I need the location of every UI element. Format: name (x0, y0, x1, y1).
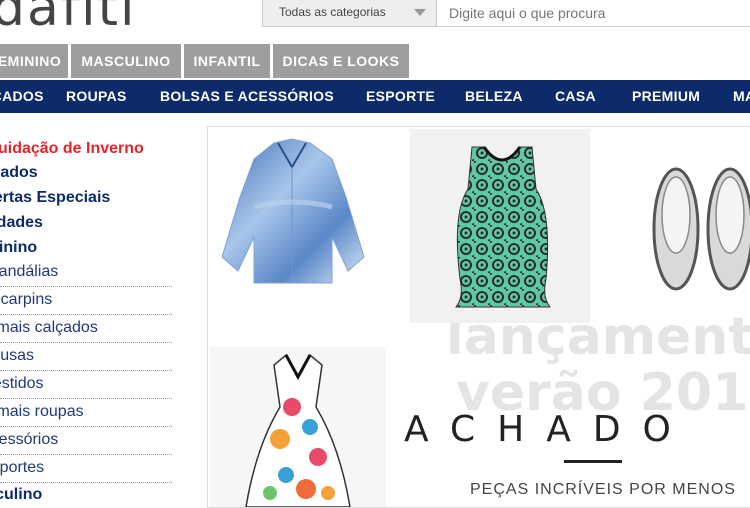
sidebar-item-scarpins[interactable]: Scarpins (0, 291, 52, 309)
search-bar: Todas as categorias (262, 0, 750, 27)
silver-flats-icon (652, 167, 750, 291)
sidebar-item-vestidos[interactable]: Vestidos (0, 375, 43, 393)
sidebar: Liquidação de Inverno Lançados Ofertas E… (0, 126, 190, 500)
tab-dicas-e-looks[interactable]: DICAS E LOOKS (273, 44, 409, 78)
headline-underline (564, 460, 622, 463)
category-nav: CALÇADOS ROUPAS BOLSAS E ACESSÓRIOS ESPO… (0, 80, 750, 113)
green-patterned-top-icon (454, 146, 552, 308)
tab-infantil[interactable]: INFANTIL (184, 44, 270, 78)
nav-item-casa[interactable]: CASA (555, 80, 596, 113)
sidebar-item-feminino[interactable]: Feminino (0, 239, 37, 257)
category-select-label: Todas as categorias (279, 5, 386, 19)
category-select[interactable]: Todas as categorias (263, 0, 437, 26)
sidebar-item-ofertas-especiais[interactable]: Ofertas Especiais (0, 189, 110, 207)
chevron-down-icon (414, 9, 426, 16)
divider (0, 482, 172, 483)
sidebar-item-sandalias[interactable]: Sandálias (0, 263, 58, 281)
nav-item-calcados[interactable]: CALÇADOS (0, 80, 44, 113)
gender-tabs: FEMININO MASCULINO INFANTIL DICAS E LOOK… (0, 44, 412, 78)
sidebar-item-novidades[interactable]: Novidades (0, 214, 43, 232)
divider (0, 342, 172, 343)
blue-tie-dye-blouse-icon (221, 138, 365, 284)
nav-item-premium[interactable]: PREMIUM (632, 80, 700, 113)
product-top[interactable] (410, 129, 590, 323)
tab-masculino[interactable]: MASCULINO (71, 44, 181, 78)
divider (0, 426, 172, 427)
promo-banner[interactable]: lançamento verão 2014 (207, 126, 750, 508)
dafiti-logo[interactable]: dafiti (0, 0, 136, 38)
sidebar-item-esportes[interactable]: Esportes (0, 459, 44, 477)
product-blouse[interactable] (214, 137, 374, 287)
divider (0, 370, 172, 371)
sidebar-item-demais-roupas[interactable]: Demais roupas (0, 403, 84, 421)
nav-item-beleza[interactable]: BELEZA (465, 80, 523, 113)
sidebar-item-demais-calcados[interactable]: Demais calçados (0, 319, 98, 337)
product-dress[interactable] (210, 347, 386, 507)
sidebar-item-lancados[interactable]: Lançados (0, 164, 38, 182)
sidebar-item-blusas[interactable]: Blusas (0, 347, 34, 365)
floral-dress-icon (245, 353, 351, 507)
nav-item-bolsas-e-acessorios[interactable]: BOLSAS E ACESSÓRIOS (160, 80, 334, 113)
divider (0, 454, 172, 455)
nav-item-roupas[interactable]: ROUPAS (66, 80, 127, 113)
divider (0, 398, 172, 399)
nav-item-esporte[interactable]: ESPORTE (366, 80, 435, 113)
nav-item-marcas[interactable]: MARCAS (733, 80, 750, 113)
tab-feminino[interactable]: FEMININO (0, 44, 68, 78)
sidebar-item-masculino[interactable]: Masculino (0, 486, 42, 500)
promo-headline: ACHADO (404, 409, 693, 450)
divider (0, 314, 172, 315)
sidebar-item-acessorios[interactable]: Acessórios (0, 431, 58, 449)
sidebar-item-liquidacao[interactable]: Liquidação de Inverno (0, 140, 144, 158)
product-flats[interactable] (648, 165, 750, 295)
divider (0, 286, 172, 287)
search-input[interactable] (439, 0, 739, 26)
promo-tagline: PEÇAS INCRÍVEIS POR MENOS (470, 481, 736, 498)
